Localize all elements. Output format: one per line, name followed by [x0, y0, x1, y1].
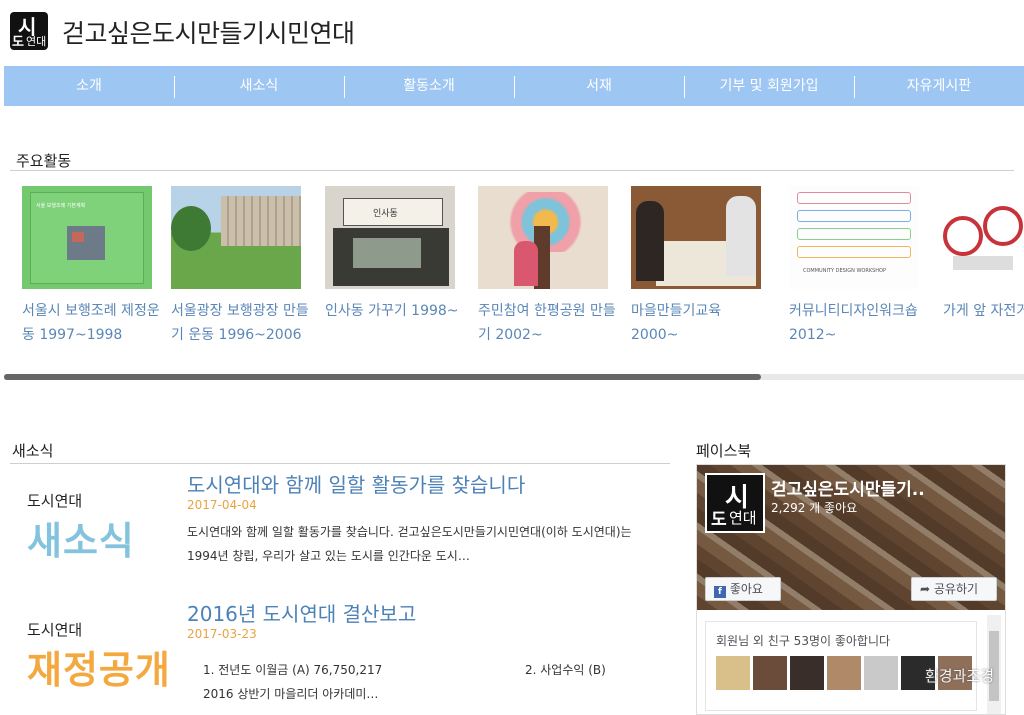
news-excerpt-line: 2. 사업수익 (B) — [525, 663, 606, 677]
nav-item-donate-join[interactable]: 기부 및 회원가입 — [684, 66, 854, 106]
logo-char-right: 연대 — [26, 35, 47, 48]
logo-char-right: 연대 — [729, 509, 757, 527]
nav-item-library[interactable]: 서재 — [514, 66, 684, 106]
avatar[interactable] — [864, 656, 898, 690]
activity-card-pocket-park[interactable]: 주민참여 한평공원 만들기 2002~ — [478, 186, 616, 347]
activity-thumb-village-education — [631, 186, 761, 289]
activity-card-community-design[interactable]: COMMUNITY DESIGN WORKSHOP 커뮤니티디자인워크숍 201… — [789, 186, 923, 347]
news-excerpt-line: 1. 전년도 이월금 (A) 76,750,217 — [203, 663, 383, 677]
site-header: 시 도 연대 걷고싶은도시만들기시민연대 — [0, 0, 1024, 66]
facebook-like-label: 좋아요 — [729, 582, 763, 596]
activity-label[interactable]: 서울광장 보행광장 만들기 운동 1996~2006 — [171, 299, 311, 347]
carousel-scrollbar-thumb[interactable] — [4, 374, 761, 380]
avatar[interactable] — [790, 656, 824, 690]
activities-carousel: 서울 보행조례 기본계획 서울시 보행조례 제정운동 1997~1998 서울광… — [0, 186, 1024, 376]
activity-thumb-pocket-park — [478, 186, 608, 289]
activity-label[interactable]: 가게 앞 자전거 — [943, 299, 1024, 323]
activities-heading-divider — [10, 170, 1014, 171]
facebook-share-label: 공유하기 — [933, 582, 979, 596]
thumb-caption: 서울 보행조례 기본계획 — [36, 203, 86, 209]
nav-item-about[interactable]: 소개 — [4, 66, 174, 106]
news-heading-divider — [10, 463, 670, 464]
news-heading: 새소식 — [12, 442, 54, 460]
activity-thumb-bike-parking — [943, 186, 1024, 289]
activity-thumb-seoul-plaza — [171, 186, 301, 289]
facebook-icon: f — [714, 586, 726, 598]
facebook-heading: 페이스북 — [696, 442, 752, 460]
activity-label[interactable]: 서울시 보행조례 제정운동 1997~1998 — [22, 299, 162, 347]
thumb-caption: 인사동 — [373, 209, 398, 219]
activity-label[interactable]: 마을만들기교육 2000~ — [631, 299, 771, 347]
news-thumb-headline: 재정공개 — [27, 648, 171, 692]
activity-label[interactable]: 인사동 가꾸기 1998~ — [325, 299, 465, 323]
activity-card-village-education[interactable]: 마을만들기교육 2000~ — [631, 186, 765, 347]
activity-label[interactable]: 주민참여 한평공원 만들기 2002~ — [478, 299, 618, 347]
avatar[interactable] — [716, 656, 750, 690]
site-logo[interactable]: 시 도 연대 — [10, 12, 48, 50]
news-thumb-org: 도시연대 — [27, 621, 83, 639]
news-title-link[interactable]: 2016년 도시연대 결산보고 — [187, 598, 416, 627]
activity-card-bike-parking[interactable]: 가게 앞 자전거 — [943, 186, 1024, 323]
nav-item-activities[interactable]: 활동소개 — [344, 66, 514, 106]
news-thumb-headline: 새소식 — [27, 519, 135, 563]
activity-label[interactable]: 커뮤니티디자인워크숍 2012~ — [789, 299, 929, 347]
facebook-like-button[interactable]: f 좋아요 — [705, 577, 781, 601]
activities-heading: 주요활동 — [16, 152, 72, 170]
share-icon: ➦ — [920, 582, 931, 596]
facebook-like-count: 2,292 개 좋아요 — [771, 501, 858, 515]
activity-thumb-community-design: COMMUNITY DESIGN WORKSHOP — [789, 186, 919, 289]
facebook-friends-text: 회원님 외 친구 53명이 좋아합니다 — [716, 634, 891, 648]
activity-card-walking-ordinance[interactable]: 서울 보행조례 기본계획 서울시 보행조례 제정운동 1997~1998 — [22, 186, 160, 347]
main-nav: 소개 새소식 활동소개 서재 기부 및 회원가입 자유게시판 — [4, 66, 1024, 106]
news-thumb-org: 도시연대 — [27, 492, 83, 510]
activity-thumb-walking-ordinance: 서울 보행조례 기본계획 — [22, 186, 152, 289]
nav-item-news[interactable]: 새소식 — [174, 66, 344, 106]
facebook-page-logo[interactable]: 시 도 연대 — [705, 473, 765, 533]
news-date: 2017-03-23 — [187, 627, 257, 641]
news-thumbnail[interactable]: 도시연대 새소식 — [20, 478, 180, 573]
news-thumbnail[interactable]: 도시연대 재정공개 — [20, 607, 180, 702]
news-date: 2017-04-04 — [187, 498, 257, 512]
avatar[interactable] — [827, 656, 861, 690]
nav-item-free-board[interactable]: 자유게시판 — [854, 66, 1024, 106]
news-title-link[interactable]: 도시연대와 함께 일할 활동가를 찾습니다 — [187, 469, 525, 498]
avatar[interactable] — [753, 656, 787, 690]
news-excerpt-line: 2016 상반기 마을리더 아카데미… — [203, 687, 379, 701]
site-title[interactable]: 걷고싶은도시만들기시민연대 — [62, 14, 355, 50]
facebook-page-name[interactable]: 걷고싶은도시만들기.. — [771, 475, 925, 500]
news-item: 도시연대 새소식 도시연대와 함께 일할 활동가를 찾습니다 2017-04-0… — [20, 473, 675, 578]
thumb-caption: COMMUNITY DESIGN WORKSHOP — [803, 268, 887, 274]
facebook-share-button[interactable]: ➦ 공유하기 — [911, 577, 997, 601]
logo-char-left: 도 — [711, 510, 727, 530]
activity-thumb-insadong: 인사동 — [325, 186, 455, 289]
activity-card-seoul-plaza[interactable]: 서울광장 보행광장 만들기 운동 1996~2006 — [171, 186, 309, 347]
news-item: 도시연대 재정공개 2016년 도시연대 결산보고 2017-03-23 1. … — [20, 602, 675, 707]
logo-char-left: 도 — [12, 35, 24, 50]
watermark-text: 환경과조경 — [925, 667, 995, 685]
activity-card-insadong[interactable]: 인사동 인사동 가꾸기 1998~ — [325, 186, 459, 323]
news-excerpt: 도시연대와 함께 일할 활동가를 찾습니다. 걷고싶은도시만들기시민연대(이하 … — [187, 525, 632, 563]
